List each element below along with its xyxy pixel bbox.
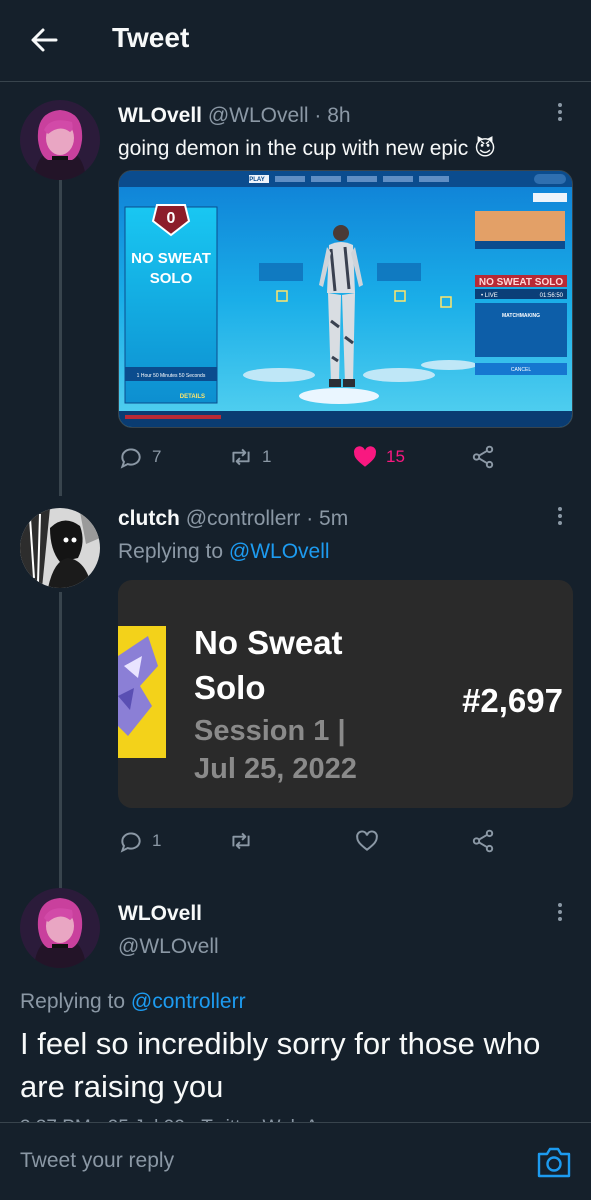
svg-text:01:56:50: 01:56:50 [540, 293, 564, 299]
avatar[interactable] [20, 100, 100, 180]
event-thumbnail [118, 626, 166, 758]
svg-text:DETAILS: DETAILS [180, 394, 205, 400]
share-button[interactable] [470, 826, 496, 856]
svg-text:• LIVE: • LIVE [481, 293, 498, 299]
more-options-icon[interactable] [550, 900, 570, 926]
display-name[interactable]: WLOvell [118, 104, 202, 127]
thread-connector [59, 162, 62, 496]
camera-icon[interactable] [536, 1145, 572, 1179]
svg-text:CANCEL: CANCEL [511, 367, 532, 373]
share-icon [472, 829, 494, 853]
reply-icon [120, 448, 141, 469]
avatar[interactable] [20, 888, 100, 968]
retweet-count: 1 [262, 447, 272, 466]
tweet-actions: 1 [118, 826, 518, 856]
timestamp[interactable]: · 5m [306, 507, 348, 530]
svg-text:MATCHMAKING: MATCHMAKING [502, 313, 540, 319]
retweet-icon [232, 832, 250, 850]
display-name[interactable]: WLOvell [118, 902, 202, 926]
share-button[interactable] [470, 442, 496, 472]
mention-link[interactable]: @controllerr [131, 990, 246, 1013]
event-session: Session 1 | Jul 25, 2022 [194, 715, 357, 785]
retweet-button[interactable]: 1 [228, 442, 271, 472]
reply-button[interactable]: 1 [118, 826, 161, 856]
svg-text:NO SWEAT SOLO: NO SWEAT SOLO [479, 277, 563, 288]
reply-count: 1 [152, 831, 162, 850]
mention-link[interactable]: @WLOvell [229, 540, 330, 563]
timestamp[interactable]: · 8h [314, 104, 350, 127]
tweet-actions: 7 1 15 [118, 442, 518, 472]
svg-text:NO SWEAT: NO SWEAT [131, 250, 211, 267]
share-icon [472, 445, 494, 469]
replying-to: Replying to @WLOvell [118, 540, 330, 563]
like-count: 15 [386, 447, 405, 466]
svg-text:SOLO: SOLO [150, 270, 193, 287]
heart-icon [356, 830, 378, 851]
username[interactable]: @controllerr [186, 507, 301, 530]
tweet-header: clutch @controllerr · 5m [118, 507, 348, 531]
retweet-icon [232, 448, 250, 466]
replying-to: Replying to @controllerr [20, 990, 246, 1013]
display-name[interactable]: clutch [118, 507, 180, 530]
reply-input[interactable]: Tweet your reply [20, 1149, 174, 1173]
tweet-text: I feel so incredibly sorry for those who… [20, 1026, 541, 1104]
reply-composer: Tweet your reply [0, 1122, 591, 1200]
reply-count: 7 [152, 447, 162, 466]
username[interactable]: @WLOvell [208, 104, 309, 127]
username[interactable]: @WLOvell [118, 935, 219, 959]
tweet-media-image[interactable]: 0 NO SWEAT SOLO 1 Hour 50 Minutes 50 Sec… [118, 170, 573, 428]
heart-filled-icon [354, 446, 377, 467]
page-title: Tweet [112, 22, 190, 53]
retweet-button[interactable] [228, 826, 254, 856]
tweet-text: going demon in the cup with new epic 😈 [118, 136, 496, 160]
svg-text:PLAY: PLAY [249, 177, 264, 183]
tweet-timestamp: 3:37 PM · 25 Jul 22 · Twitter Web App [20, 1112, 440, 1122]
reply-button[interactable]: 7 [118, 442, 161, 472]
more-options-icon[interactable] [550, 100, 570, 126]
devil-emoji: 😈 [474, 136, 496, 160]
svg-text:1 Hour 50 Minutes 50 Seconds: 1 Hour 50 Minutes 50 Seconds [137, 373, 206, 379]
like-button[interactable]: 15 [352, 442, 405, 472]
event-title: No Sweat Solo [194, 624, 343, 706]
tweet-header: WLOvell @WLOvell · 8h [118, 104, 351, 128]
rank-value: #2,697 [462, 682, 563, 719]
top-app-bar: Tweet [0, 0, 591, 82]
banner-count: 0 [167, 210, 176, 227]
avatar[interactable] [20, 508, 100, 588]
thread-connector [59, 592, 62, 892]
more-options-icon[interactable] [550, 504, 570, 530]
tweet-media-image[interactable]: No Sweat Solo Session 1 | Jul 25, 2022 #… [118, 580, 573, 808]
like-button[interactable] [354, 826, 380, 856]
reply-icon [120, 832, 141, 853]
back-arrow-icon[interactable] [26, 22, 62, 58]
